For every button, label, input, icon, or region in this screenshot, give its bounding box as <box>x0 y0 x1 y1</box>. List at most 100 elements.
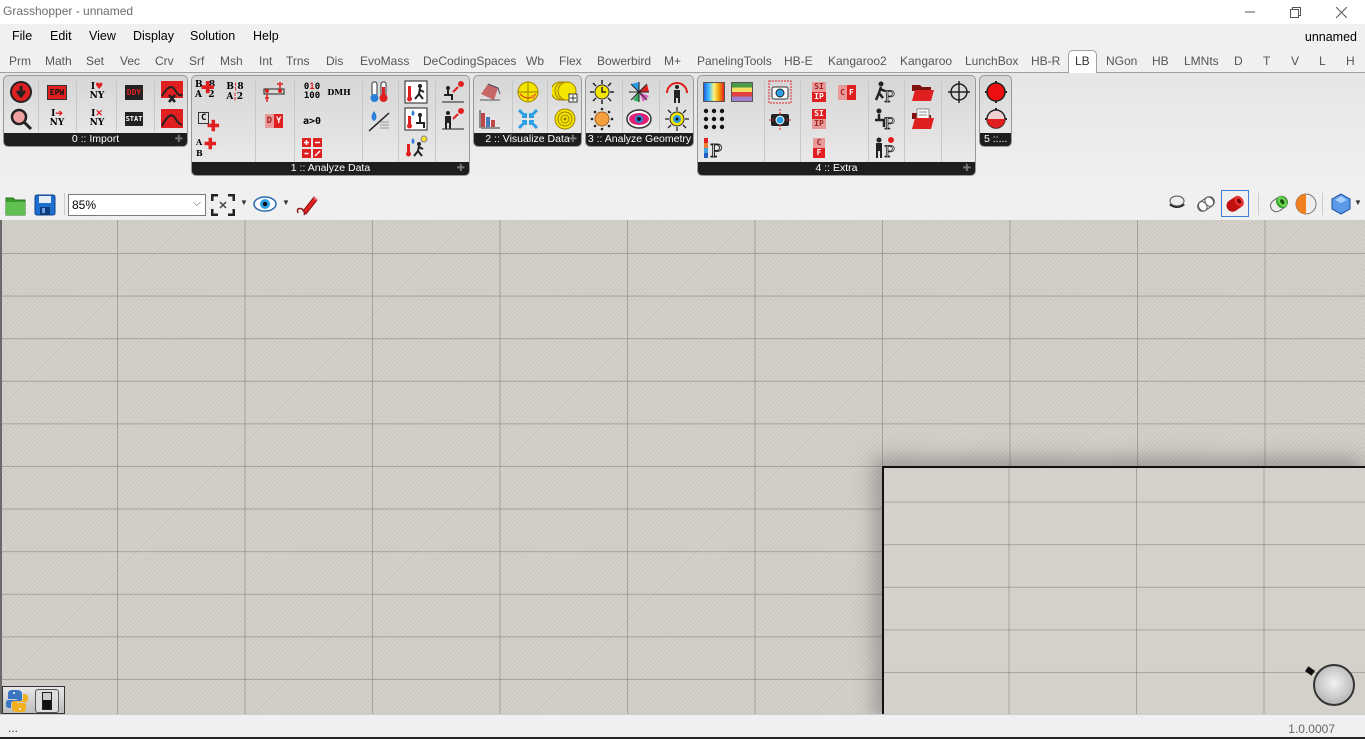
seated-person-ip-icon[interactable]: P <box>872 106 898 132</box>
standing-person-ip-icon[interactable]: P <box>872 134 898 160</box>
tab-evomass[interactable]: EvoMass <box>360 54 409 68</box>
menu-solution[interactable]: Solution <box>190 29 235 43</box>
outdoor-comfort-icon[interactable] <box>403 79 429 105</box>
tab-srf[interactable]: Srf <box>189 54 204 68</box>
zoom-extents-icon[interactable] <box>210 193 236 219</box>
panel-label-visualize-data[interactable]: 2 :: Visualize Data <box>474 133 581 146</box>
material-preview-icon[interactable] <box>1295 193 1317 218</box>
search-weather-icon[interactable] <box>8 106 34 132</box>
c-plus-icon[interactable]: C ✚ <box>195 108 221 135</box>
tab-t[interactable]: T <box>1263 54 1270 68</box>
mesh-dropdown-icon[interactable]: ▼ <box>1354 198 1362 207</box>
import-stat-icon[interactable]: STAT <box>121 106 147 132</box>
tab-h[interactable]: H <box>1346 54 1355 68</box>
legend-gradient-icon[interactable] <box>701 79 727 105</box>
tab-lunchbox[interactable]: LunchBox <box>965 54 1018 68</box>
panel-label-5[interactable]: 5 ::... <box>980 133 1011 146</box>
tab-set[interactable]: Set <box>86 54 104 68</box>
dmh-icon[interactable]: DMH <box>326 79 352 105</box>
adaptive-comfort-icon[interactable] <box>403 134 429 160</box>
camera-target-icon[interactable] <box>767 106 793 132</box>
grasshopper-canvas[interactable] <box>0 220 1365 714</box>
preview-dropdown-icon[interactable]: ▼ <box>282 198 290 207</box>
tab-crv[interactable]: Crv <box>155 54 174 68</box>
open-folder-icon[interactable] <box>910 79 936 105</box>
select-data-icon[interactable] <box>261 79 287 105</box>
indoor-comfort-icon[interactable] <box>403 106 429 132</box>
open-file-folder-icon[interactable] <box>910 106 936 132</box>
menu-edit[interactable]: Edit <box>50 29 72 43</box>
dy-icon[interactable]: DY <box>261 108 287 134</box>
panel-label-analyze-geometry[interactable]: 3 :: Analyze Geometry <box>586 133 693 146</box>
pen-sketch-icon[interactable] <box>294 193 318 220</box>
add-b8-a2-icon[interactable]: B 8A 2 ✚ <box>195 79 221 105</box>
terrain-icon[interactable] <box>159 106 185 132</box>
tab-dis[interactable]: Dis <box>326 54 343 68</box>
compress-icon[interactable] <box>515 106 541 132</box>
tab-trns[interactable]: Trns <box>286 54 310 68</box>
tab-d[interactable]: D <box>1234 54 1243 68</box>
tab-kangaroo[interactable]: Kangaroo <box>900 54 952 68</box>
red-gear-icon[interactable] <box>983 79 1009 105</box>
sunpath-yellow-icon[interactable] <box>515 79 541 105</box>
tab-ngon[interactable]: NGon <box>1106 54 1137 68</box>
eye-icon[interactable] <box>253 195 277 216</box>
c-to-f-icon[interactable]: CF <box>834 79 860 105</box>
tab-hb-e[interactable]: HB-E <box>784 54 813 68</box>
tab-vec[interactable]: Vec <box>120 54 140 68</box>
tab-decodingspaces[interactable]: DeCodingSpaces <box>423 54 516 68</box>
sun-orange-icon[interactable] <box>589 106 615 132</box>
tab-hb-r[interactable]: HB-R <box>1031 54 1060 68</box>
tab-int[interactable]: Int <box>259 54 272 68</box>
tab-math[interactable]: Math <box>45 54 72 68</box>
tab-lb[interactable]: LB <box>1068 50 1097 74</box>
view-analysis-eye-icon[interactable] <box>626 106 652 132</box>
import-ddy-icon[interactable]: DDY <box>121 79 147 105</box>
tab-lmnts[interactable]: LMNts <box>1184 54 1219 68</box>
tab-v[interactable]: V <box>1291 54 1299 68</box>
conditional-statement-icon[interactable]: a>0 <box>299 108 325 134</box>
radiation-rose-icon[interactable] <box>626 79 652 105</box>
restore-button[interactable] <box>1272 0 1318 24</box>
expand-icon[interactable]: ✚ <box>175 134 183 145</box>
dot-grid-icon[interactable] <box>701 106 727 132</box>
mesh-quality-icon[interactable] <box>1330 193 1352 218</box>
panel-label-analyze-data[interactable]: 1 :: Analyze Data <box>192 162 469 175</box>
ab-plus-icon[interactable]: A B ✚ <box>195 135 221 161</box>
tab-flex[interactable]: Flex <box>559 54 582 68</box>
tab-wb[interactable]: Wb <box>526 54 544 68</box>
shaded-preview-icon[interactable] <box>1221 190 1249 217</box>
si-to-ip-icon[interactable]: SI IP <box>806 79 832 105</box>
i-love-ny-icon[interactable]: I♥ NY <box>84 79 110 105</box>
tab-prm[interactable]: Prm <box>9 54 31 68</box>
bar-chart-icon[interactable] <box>477 106 503 132</box>
menu-help[interactable]: Help <box>253 29 279 43</box>
ip-to-si-icon[interactable]: SI IP <box>806 106 832 132</box>
math-operations-icon[interactable] <box>299 135 325 161</box>
toggle-switch-icon[interactable] <box>35 689 59 713</box>
tab-msh[interactable]: Msh <box>220 54 243 68</box>
tab-l[interactable]: L <box>1319 54 1326 68</box>
python-icon[interactable] <box>5 689 29 716</box>
menu-display[interactable]: Display <box>133 29 174 43</box>
3d-chart-icon[interactable] <box>477 79 503 105</box>
legend-ip-icon[interactable]: P <box>701 135 727 161</box>
split-b8-a2-icon[interactable]: B¦8 A¦2 <box>222 79 248 105</box>
humidity-ratio-icon[interactable] <box>366 108 392 134</box>
close-button[interactable] <box>1318 0 1364 24</box>
tab-panelingtools[interactable]: PanelingTools <box>697 54 772 68</box>
menu-file[interactable]: File <box>12 29 32 43</box>
import-location-icon[interactable]: I➔ NY <box>44 106 70 132</box>
tab-hb[interactable]: HB <box>1152 54 1169 68</box>
terrain-x-icon[interactable] <box>159 79 185 105</box>
human-view-dome-icon[interactable] <box>664 79 690 105</box>
download-weather-icon[interactable] <box>8 79 34 105</box>
sun-eye-icon[interactable] <box>664 106 690 132</box>
crosshair-icon[interactable] <box>946 79 972 105</box>
panel-label-import[interactable]: 0 :: Import <box>4 133 187 146</box>
wireframe-preview-icon[interactable] <box>1194 193 1218 218</box>
tab-kangaroo2[interactable]: Kangaroo2 <box>828 54 887 68</box>
zoom-level-select[interactable]: 85% ⌵ <box>68 194 206 216</box>
folder-open-icon[interactable] <box>5 194 27 219</box>
i-x-ny-icon[interactable]: I✕ NY <box>84 106 110 132</box>
